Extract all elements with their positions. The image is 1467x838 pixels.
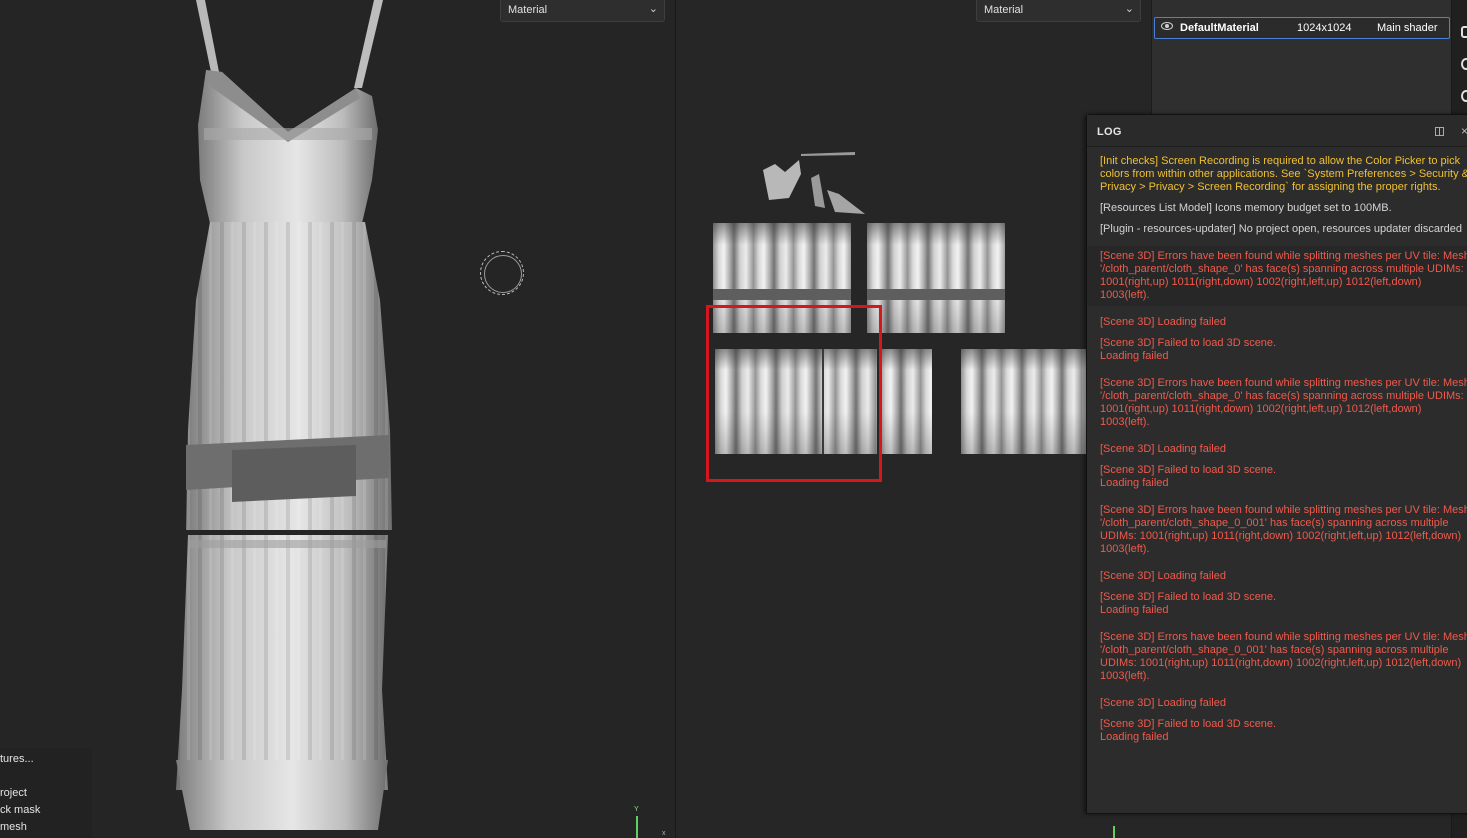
layer-icon[interactable] [1461,26,1467,38]
dress-model [176,0,392,830]
menu-item-textures[interactable]: tures... [0,753,34,765]
refresh-icon[interactable] [1461,90,1467,102]
texture-set-row[interactable]: DefaultMaterial 1024x1024 Main shader [1154,17,1450,39]
log-entry: [Scene 3D] Loading failed [1100,697,1226,709]
log-entry: [Plugin - resources-updater] No project … [1100,223,1462,235]
axis-y-label: Y [634,806,639,813]
log-header: LOG × [1087,115,1467,147]
dropdown-label: Material [508,4,548,16]
uv-island-skirt-2 [867,223,1005,333]
chevron-down-icon: ⌄ [648,3,658,15]
texture-set-name: DefaultMaterial [1180,22,1259,34]
axis-gizmo-3d: Y x [634,806,666,838]
texture-set-resolution: 1024x1024 [1297,22,1352,34]
log-entry: [Scene 3D] Failed to load 3D scene. Load… [1100,718,1277,743]
viewport-3d[interactable]: Material ⌄ tures... roject ck mask mesh … [0,0,675,838]
log-entry: [Scene 3D] Loading failed [1100,316,1226,328]
material-icon[interactable] [1461,58,1467,70]
log-entry: [Scene 3D] Failed to load 3D scene. Load… [1100,337,1277,362]
dropdown-label: Material [984,4,1024,16]
left-context-menu: tures... roject ck mask mesh [0,748,92,838]
axis-x-label: x [662,830,666,837]
brush-cursor-icon [480,251,524,295]
log-entry: [Scene 3D] Errors have been found while … [1100,377,1467,428]
texture-set-shader: Main shader [1377,22,1438,34]
log-entry: [Scene 3D] Loading failed [1100,570,1226,582]
menu-item-project[interactable]: roject [0,787,27,799]
log-entry: [Scene 3D] Failed to load 3D scene. Load… [1100,464,1277,489]
uv-island-lower-3 [961,349,1091,454]
chevron-down-icon: ⌄ [1124,3,1134,15]
log-entry: [Scene 3D] Errors have been found while … [1100,504,1467,555]
menu-item-mask[interactable]: ck mask [0,804,40,816]
highlight-box [706,305,882,482]
log-entry: [Init checks] Screen Recording is requir… [1100,155,1467,193]
dock-icon[interactable] [1435,127,1444,136]
axis-y-line [636,816,638,838]
uv-island-lower-2 [880,349,932,454]
log-entry: [Scene 3D] Errors have been found while … [1100,631,1467,682]
uv-island-bodice [763,152,865,214]
log-entry: [Scene 3D] Loading failed [1100,443,1226,455]
eye-icon[interactable] [1161,22,1173,30]
material-dropdown-3d[interactable]: Material ⌄ [500,0,665,22]
log-entry: [Scene 3D] Failed to load 3D scene. Load… [1100,591,1277,616]
log-title: LOG [1097,126,1122,138]
axis-gizmo-2d: x [1111,818,1141,838]
log-entry: [Scene 3D] Errors have been found while … [1087,246,1467,306]
painter-window: Material ⌄ tures... roject ck mask mesh … [0,0,1467,838]
texture-set-list: DefaultMaterial 1024x1024 Main shader [1151,0,1451,115]
material-dropdown-2d[interactable]: Material ⌄ [976,0,1141,22]
menu-item-mesh[interactable]: mesh [0,821,27,833]
log-panel: LOG × [Init checks] Screen Recording is … [1086,114,1467,814]
axis-y-line [1113,826,1115,838]
close-icon[interactable]: × [1461,124,1467,138]
log-entries[interactable]: [Init checks] Screen Recording is requir… [1087,151,1467,811]
log-entry: [Resources List Model] Icons memory budg… [1100,202,1392,214]
